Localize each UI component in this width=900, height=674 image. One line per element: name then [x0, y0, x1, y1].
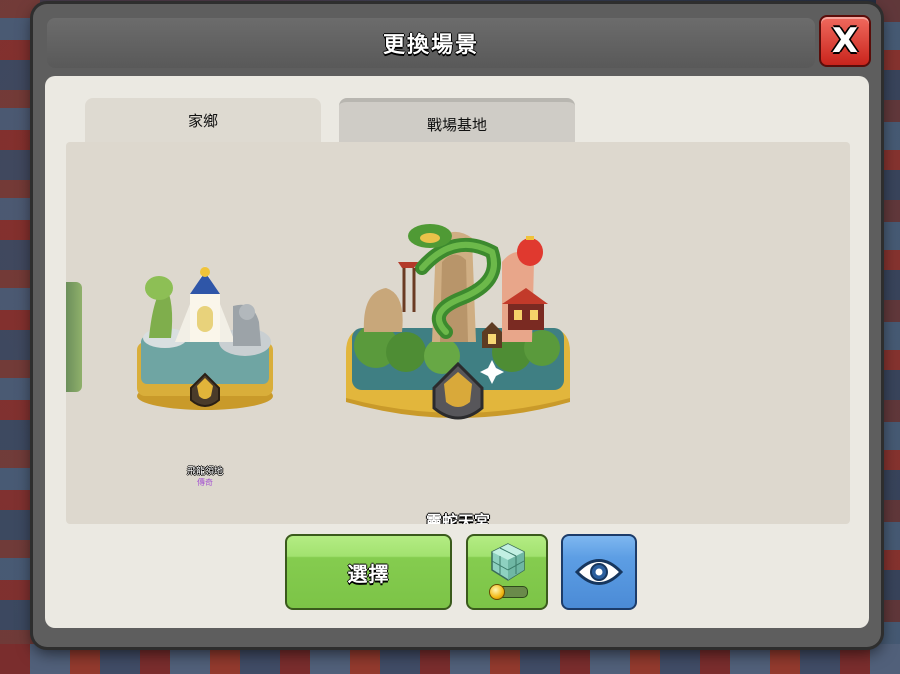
scenery-carousel[interactable]: 飛龍領地 傳奇 靈蛇天宮: [66, 142, 850, 524]
preview-button[interactable]: [561, 534, 637, 610]
cube-progress-knob: [489, 584, 505, 600]
tab-home-village[interactable]: 家鄉: [85, 98, 321, 144]
close-button[interactable]: X: [819, 15, 871, 67]
close-icon: X: [831, 21, 859, 61]
eye-icon: [575, 559, 623, 585]
dialog-titlebar: 更換場景: [47, 18, 815, 68]
select-button[interactable]: 選擇: [285, 534, 452, 610]
cube-icon: [491, 543, 525, 581]
tab-label: 戰場基地: [426, 116, 487, 134]
change-scenery-dialog: 更換場景 X 家鄉 戰場基地 飛龍領地 傳奇 靈蛇天宮 選擇: [33, 4, 881, 647]
tab-battle-base[interactable]: 戰場基地: [339, 98, 575, 144]
scenery-rarity: 傳奇: [197, 478, 213, 487]
cube-progress-bar: [489, 584, 528, 600]
scenery-name: 飛龍領地: [186, 467, 223, 477]
scenery-panel: 家鄉 戰場基地 飛龍領地 傳奇 靈蛇天宮 選擇: [45, 76, 869, 628]
scenery-serpent-thumbnail[interactable]: [342, 202, 574, 452]
magic-cube-button[interactable]: [466, 534, 548, 610]
scenery-dragon-thumbnail[interactable]: [135, 246, 275, 416]
scenery-name: 靈蛇天宮: [425, 512, 490, 524]
scenery-partial-left[interactable]: [66, 282, 82, 392]
tab-label: 家鄉: [187, 112, 218, 130]
dialog-title: 更換場景: [382, 33, 479, 58]
background-bottom: [0, 644, 900, 674]
select-button-label: 選擇: [347, 561, 390, 586]
